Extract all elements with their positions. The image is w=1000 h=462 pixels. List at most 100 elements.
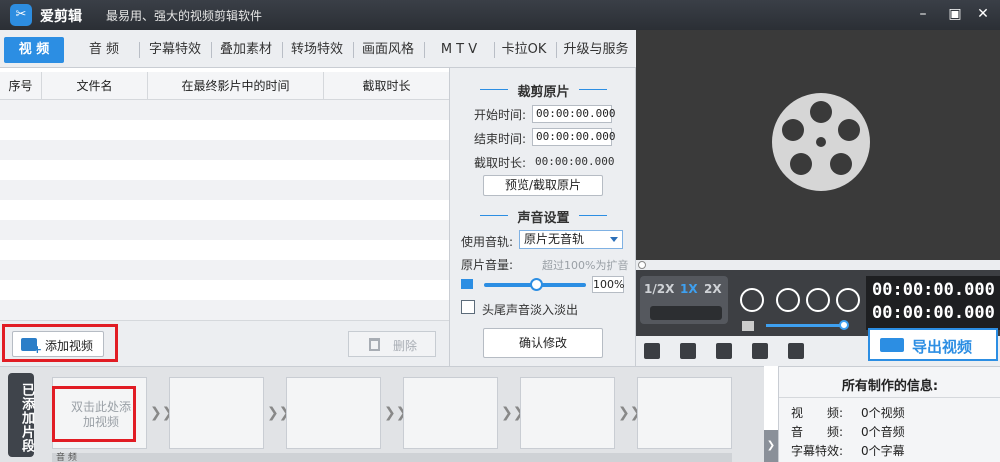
stop-icon[interactable] xyxy=(776,288,800,312)
table-row xyxy=(0,120,449,140)
column-clip-duration[interactable]: 截取时长 xyxy=(324,72,449,100)
total-time: 00:00:00.000 xyxy=(872,303,995,323)
previous-frame-icon[interactable] xyxy=(806,288,830,312)
speed-normal[interactable]: 1X xyxy=(680,282,698,296)
save-icon[interactable] xyxy=(716,343,732,359)
next-frame-icon[interactable] xyxy=(836,288,860,312)
project-info-panel: 所有制作的信息: 视 频: 0个视频 音 频: 0个音频 字幕特效: 0个字幕 xyxy=(778,366,1000,462)
new-project-icon[interactable] xyxy=(644,343,660,359)
clip-slot[interactable] xyxy=(520,377,615,449)
confirm-changes-button[interactable]: 确认修改 xyxy=(483,328,603,358)
delete-button[interactable]: 删除 xyxy=(348,331,436,357)
help-icon[interactable] xyxy=(752,343,768,359)
time-display: 00:00:00.000 00:00:00.000 xyxy=(866,276,1000,330)
fade-label: 头尾声音淡入淡出 xyxy=(482,303,579,317)
current-time: 00:00:00.000 xyxy=(872,280,995,300)
tab-video[interactable]: 视 频 xyxy=(4,37,64,63)
duration-label: 截取时长: xyxy=(474,156,527,170)
add-clip-placeholder: 双击此处添加视频 xyxy=(71,400,132,429)
tab-mtv[interactable]: M T V xyxy=(428,37,490,63)
playhead-handle[interactable] xyxy=(638,261,646,269)
end-time-label: 结束时间: xyxy=(474,132,527,146)
speed-selector: 1/2X 1X 2X xyxy=(640,276,728,324)
tab-separator xyxy=(424,42,425,58)
crop-section-title: 裁剪原片 xyxy=(450,81,637,100)
column-index[interactable]: 序号 xyxy=(0,72,42,100)
play-icon[interactable] xyxy=(740,288,764,312)
maximize-icon[interactable]: ▣ xyxy=(944,3,966,25)
film-reel-icon xyxy=(772,93,870,191)
main-tab-bar: 视 频 音 频 字幕特效 叠加素材 转场特效 画面风格 M T V 卡拉OK 升… xyxy=(0,30,636,68)
table-row xyxy=(0,220,449,240)
speed-double[interactable]: 2X xyxy=(704,282,722,296)
trash-icon xyxy=(369,338,380,351)
player-volume-slider[interactable] xyxy=(766,324,846,327)
add-video-label: 添加视频 xyxy=(45,339,94,353)
frame-jog-control[interactable] xyxy=(650,306,722,320)
add-video-icon xyxy=(21,338,42,356)
audio-section-title: 声音设置 xyxy=(450,207,637,226)
table-row xyxy=(0,100,449,120)
info-key: 视 频: xyxy=(791,406,844,420)
fade-checkbox[interactable] xyxy=(461,300,475,314)
clip-slot[interactable] xyxy=(169,377,264,449)
file-table-header: 序号 文件名 在最终影片中的时间 截取时长 xyxy=(0,72,449,100)
table-row xyxy=(0,200,449,220)
table-row xyxy=(0,160,449,180)
clip-slot[interactable] xyxy=(637,377,732,449)
duration-value: 00:00:00.000 xyxy=(535,155,615,168)
volume-hint: 超过100%为扩音 xyxy=(542,259,629,272)
info-key: 音 频: xyxy=(791,425,844,439)
start-time-field[interactable]: 00:00:00.000 xyxy=(532,105,615,123)
share-icon[interactable] xyxy=(788,343,804,359)
info-value: 0个视频 xyxy=(861,406,905,420)
clip-slot[interactable]: 双击此处添加视频 xyxy=(52,377,147,449)
title-bar: ✂ 爱剪辑 最易用、强大的视频剪辑软件 – ▣ ✕ xyxy=(0,0,1000,30)
table-row xyxy=(0,280,449,300)
tab-karaoke[interactable]: 卡拉OK xyxy=(496,37,552,63)
minimize-icon[interactable]: – xyxy=(912,3,934,25)
table-row xyxy=(0,140,449,160)
close-icon[interactable]: ✕ xyxy=(972,3,994,25)
tab-transition-effects[interactable]: 转场特效 xyxy=(284,37,350,63)
column-timeline-position[interactable]: 在最终影片中的时间 xyxy=(148,72,324,100)
app-name: 爱剪辑 xyxy=(40,9,82,25)
preview-crop-button[interactable]: 预览/截取原片 xyxy=(483,175,603,196)
volume-value-field[interactable]: 100% xyxy=(592,276,624,293)
player-volume-icon xyxy=(742,321,754,331)
export-video-button[interactable]: 导出视频 xyxy=(868,328,998,361)
volume-slider-handle[interactable] xyxy=(530,278,543,291)
column-filename[interactable]: 文件名 xyxy=(42,72,148,100)
tab-separator xyxy=(494,42,495,58)
audio-track-label: 使用音轨: xyxy=(461,235,514,249)
player-volume-handle[interactable] xyxy=(839,320,849,330)
speaker-icon xyxy=(461,279,473,289)
tab-upgrade-service[interactable]: 升级与服务 xyxy=(558,37,634,63)
delete-label: 删除 xyxy=(393,339,418,353)
clip-slot[interactable] xyxy=(403,377,498,449)
file-table-body[interactable] xyxy=(0,100,449,320)
file-actions-bar: 添加视频 删除 xyxy=(0,320,449,366)
tab-picture-style[interactable]: 画面风格 xyxy=(355,37,421,63)
speed-half[interactable]: 1/2X xyxy=(644,282,674,296)
add-video-button[interactable]: 添加视频 xyxy=(12,331,104,357)
tab-overlay-materials[interactable]: 叠加素材 xyxy=(213,37,279,63)
tab-separator xyxy=(282,42,283,58)
clip-settings-panel: 裁剪原片 开始时间: 00:00:00.000 结束时间: 00:00:00.0… xyxy=(449,68,636,366)
export-icon xyxy=(880,338,904,352)
table-row xyxy=(0,240,449,260)
end-time-field[interactable]: 00:00:00.000 xyxy=(532,128,615,146)
open-folder-icon[interactable] xyxy=(680,343,696,359)
audio-track-strip: 音 频 xyxy=(52,453,732,462)
clip-slot[interactable] xyxy=(286,377,381,449)
info-value: 0个音频 xyxy=(861,425,905,439)
app-logo-icon: ✂ xyxy=(10,4,32,26)
tab-audio[interactable]: 音 频 xyxy=(74,37,134,63)
audio-track-select[interactable]: 原片无音轨 xyxy=(519,230,623,249)
export-video-label: 导出视频 xyxy=(912,338,973,356)
tab-subtitle-effects[interactable]: 字幕特效 xyxy=(142,37,208,63)
info-value: 0个字幕 xyxy=(861,444,905,458)
playback-progress-bar[interactable] xyxy=(636,260,1000,270)
scroll-right-icon[interactable]: ❯ xyxy=(764,430,778,462)
volume-label: 原片音量: xyxy=(461,258,514,272)
